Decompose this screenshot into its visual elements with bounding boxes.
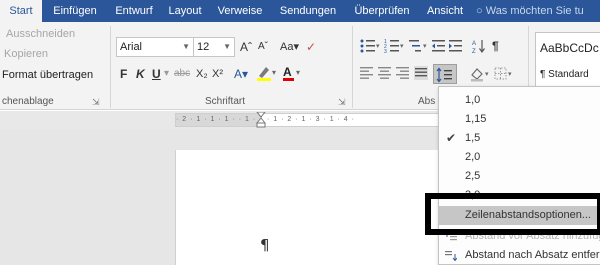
- font-name-combobox[interactable]: Arial ▼: [116, 37, 194, 57]
- strikethrough-icon[interactable]: abc: [174, 66, 190, 82]
- font-size-combobox[interactable]: 12 ▼: [193, 37, 235, 57]
- svg-text:▾: ▾: [485, 71, 489, 78]
- svg-text:3: 3: [384, 49, 387, 54]
- copy-label: Kopieren: [4, 48, 49, 60]
- shrink-font-icon[interactable]: Aˇ: [258, 39, 268, 55]
- align-right-icon[interactable]: [396, 66, 410, 84]
- group-divider: [110, 26, 111, 108]
- svg-text:▾: ▾: [376, 43, 380, 50]
- format-painter-label: Format übertragen: [2, 69, 94, 81]
- line-spacing-button[interactable]: [433, 64, 457, 84]
- increase-indent-icon[interactable]: [449, 38, 463, 58]
- svg-text:▾: ▾: [272, 68, 276, 77]
- tab-verweise[interactable]: Verweise: [210, 0, 270, 22]
- multilevel-list-icon[interactable]: ▾: [408, 38, 430, 58]
- superscript-icon[interactable]: X²: [212, 66, 223, 82]
- menu-item-spacing-1-0[interactable]: 1,0: [439, 91, 600, 110]
- clipboard-group-label: chenablage: [2, 96, 54, 107]
- menu-item-spacing-2-5[interactable]: 2,5: [439, 167, 600, 186]
- clipboard-dialog-launcher-icon[interactable]: ⇲: [92, 97, 100, 108]
- sort-icon[interactable]: AZ: [472, 38, 486, 59]
- svg-text:▾: ▾: [400, 43, 404, 50]
- highlight-color-icon[interactable]: ▾: [256, 64, 278, 86]
- style-preview-text: AaBbCcDc: [540, 41, 599, 55]
- paragraph-mark: ¶: [260, 236, 270, 254]
- grow-font-icon[interactable]: Aˆ: [240, 39, 252, 55]
- text-effects-icon[interactable]: A▾: [234, 66, 248, 82]
- style-name-label: ¶ Standard: [540, 69, 589, 80]
- highlight-annotation-box: [425, 193, 600, 235]
- svg-text:A: A: [283, 65, 292, 79]
- menu-item-label: 2,5: [465, 170, 481, 182]
- align-center-icon[interactable]: [378, 66, 392, 84]
- line-spacing-icon: [436, 67, 452, 83]
- tell-me-text: Was möchten Sie tu: [485, 5, 584, 17]
- tab-sendungen[interactable]: Sendungen: [272, 0, 344, 22]
- font-group-label: Schriftart: [205, 96, 246, 107]
- menu-item-label: 1,15: [465, 113, 487, 125]
- numbering-icon[interactable]: 1 2 3 ▾: [384, 38, 406, 58]
- show-formatting-marks-icon[interactable]: ¶: [492, 38, 499, 54]
- borders-icon[interactable]: ▾: [494, 66, 516, 86]
- tab-ansicht[interactable]: Ansicht: [420, 0, 470, 22]
- menu-item-label: 2,0: [465, 151, 481, 163]
- lightbulb-icon: ○: [476, 5, 483, 17]
- menu-item-spacing-1-5[interactable]: ✔ 1,5: [439, 129, 600, 148]
- group-divider: [352, 26, 353, 108]
- tab-layout[interactable]: Layout: [162, 0, 208, 22]
- underline-icon[interactable]: U: [152, 66, 161, 82]
- menu-item-spacing-1-15[interactable]: 1,15: [439, 110, 600, 129]
- tab-entwurf[interactable]: Entwurf: [108, 0, 160, 22]
- menu-item-label: 1,0: [465, 94, 481, 106]
- font-color-icon[interactable]: A ▾: [282, 64, 304, 86]
- paragraph-group-label: Abs: [418, 96, 436, 107]
- checkmark-icon: ✔: [446, 131, 457, 145]
- clear-formatting-icon[interactable]: ✓: [306, 39, 316, 55]
- italic-icon[interactable]: K: [136, 66, 145, 82]
- menu-item-remove-space-after[interactable]: Abstand nach Absatz entfernen: [439, 246, 600, 265]
- align-left-icon[interactable]: [360, 66, 374, 84]
- tab-einfuegen[interactable]: Einfügen: [44, 0, 106, 22]
- svg-text:A: A: [472, 41, 476, 47]
- tab-ueberpruefen[interactable]: Überprüfen: [346, 0, 418, 22]
- svg-text:▾: ▾: [423, 43, 427, 50]
- bold-icon[interactable]: F: [120, 66, 127, 82]
- subscript-icon[interactable]: X₂: [196, 66, 208, 82]
- menu-item-label: 1,5: [465, 132, 481, 144]
- ribbon-tab-bar: Start Einfügen Entwurf Layout Verweise S…: [0, 0, 600, 22]
- space-after-icon: [445, 251, 457, 261]
- menu-item-spacing-2-0[interactable]: 2,0: [439, 148, 600, 167]
- justify-icon[interactable]: [414, 66, 428, 84]
- chevron-down-icon: ▼: [182, 42, 190, 51]
- decrease-indent-icon[interactable]: [432, 38, 446, 58]
- cut-label: Ausschneiden: [6, 28, 76, 40]
- svg-text:Z: Z: [472, 49, 476, 54]
- chevron-down-icon: ▼: [223, 42, 231, 51]
- styles-gallery-item-standard[interactable]: AaBbCcDc ¶ Standard: [535, 32, 600, 90]
- font-dialog-launcher-icon[interactable]: ⇲: [338, 97, 346, 108]
- cut-button[interactable]: Ausschneiden: [6, 28, 75, 40]
- format-painter-button[interactable]: Format übertragen: [2, 69, 93, 81]
- font-size-value: 12: [197, 41, 210, 53]
- chevron-down-icon[interactable]: ▾: [164, 66, 169, 82]
- copy-button[interactable]: Kopieren: [4, 48, 48, 60]
- indent-marker-icon[interactable]: [256, 112, 266, 128]
- line-spacing-menu: 1,0 1,15 ✔ 1,5 2,0 2,5 3,0 Zeilenabstand…: [438, 86, 600, 265]
- menu-item-label: Abstand nach Absatz entfernen: [465, 249, 600, 261]
- bullets-icon[interactable]: ▾: [360, 38, 382, 58]
- horizontal-ruler[interactable]: · 2 · 1 · 1 · 1 · · 1 · 1 · 1 · 2 · 1 · …: [175, 112, 445, 128]
- tab-start[interactable]: Start: [0, 0, 42, 22]
- document-page[interactable]: [175, 150, 445, 265]
- svg-text:▾: ▾: [296, 68, 300, 77]
- change-case-icon[interactable]: Aa▾: [280, 39, 299, 55]
- tell-me-box[interactable]: ○ Was möchten Sie tu: [476, 0, 584, 22]
- svg-text:▾: ▾: [508, 71, 512, 78]
- shading-icon[interactable]: ▾: [470, 66, 492, 86]
- font-name-value: Arial: [120, 41, 143, 53]
